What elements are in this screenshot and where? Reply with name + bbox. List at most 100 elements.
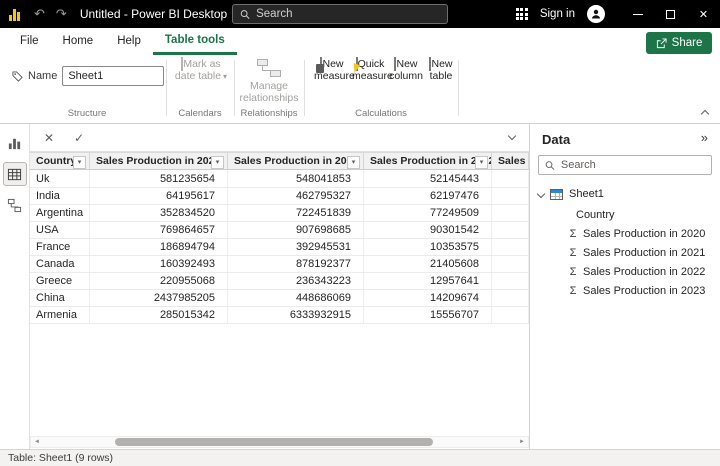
chevron-down-icon[interactable] (537, 190, 545, 198)
table-cell[interactable]: 160392493 (90, 256, 228, 272)
table-cell[interactable]: 462795327 (228, 188, 364, 204)
column-header[interactable]: Sales Production in 2023 (492, 153, 529, 169)
field-item[interactable]: ΣSales Production in 2021 (530, 243, 720, 262)
horizontal-scrollbar[interactable]: ◄ ► (30, 436, 529, 448)
tab-file[interactable]: File (8, 28, 51, 55)
cancel-icon[interactable]: ✕ (44, 131, 54, 145)
close-button[interactable]: ✕ (687, 0, 720, 28)
user-avatar[interactable] (587, 5, 605, 23)
titlebar-search-box[interactable] (232, 4, 448, 24)
checkmark-icon[interactable]: ✓ (74, 131, 84, 145)
quick-measure-button[interactable]: Quick measure (352, 59, 388, 82)
table-cell[interactable]: Canada (30, 256, 90, 272)
titlebar-search-input[interactable] (256, 8, 440, 20)
share-button[interactable]: Share (646, 32, 712, 54)
collapse-pane-icon[interactable]: » (701, 130, 708, 145)
redo-icon[interactable]: ↷ (56, 0, 67, 28)
table-cell[interactable] (492, 188, 529, 204)
new-column-button[interactable]: New column (388, 59, 424, 82)
table-cell[interactable]: 878192377 (228, 256, 364, 272)
table-cell[interactable]: France (30, 239, 90, 255)
table-view-button[interactable] (3, 162, 27, 186)
table-cell[interactable] (492, 205, 529, 221)
sign-in-button[interactable]: Sign in (540, 8, 575, 20)
table-row[interactable]: USA76986465790769868590301542 (30, 222, 529, 239)
table-cell[interactable]: 6333932915 (228, 307, 364, 323)
tab-table-tools[interactable]: Table tools (153, 28, 237, 55)
filter-dropdown-icon[interactable]: ▾ (73, 156, 86, 169)
model-view-button[interactable] (3, 193, 27, 217)
table-cell[interactable]: 548041853 (228, 171, 364, 187)
table-cell[interactable]: USA (30, 222, 90, 238)
table-cell[interactable]: 62197476 (364, 188, 492, 204)
table-cell[interactable]: 236343223 (228, 273, 364, 289)
table-cell[interactable]: Argentina (30, 205, 90, 221)
table-row[interactable]: Greece22095506823634322312957641 (30, 273, 529, 290)
table-cell[interactable] (492, 256, 529, 272)
maximize-button[interactable] (654, 0, 687, 28)
table-cell[interactable]: 392945531 (228, 239, 364, 255)
table-cell[interactable]: India (30, 188, 90, 204)
report-view-button[interactable] (3, 131, 27, 155)
table-cell[interactable]: 581235654 (90, 171, 228, 187)
table-cell[interactable] (492, 290, 529, 306)
field-item[interactable]: ΣSales Production in 2023 (530, 281, 720, 300)
table-cell[interactable]: Armenia (30, 307, 90, 323)
table-cell[interactable]: 448686069 (228, 290, 364, 306)
expand-formula-bar-icon[interactable] (508, 132, 516, 140)
filter-dropdown-icon[interactable]: ▾ (211, 156, 224, 169)
table-cell[interactable] (492, 273, 529, 289)
column-header[interactable]: Country▾ (30, 153, 90, 169)
table-cell[interactable] (492, 307, 529, 323)
table-cell[interactable] (492, 222, 529, 238)
filter-dropdown-icon[interactable]: ▾ (347, 156, 360, 169)
table-row[interactable]: France18689479439294553110353575 (30, 239, 529, 256)
scroll-right-icon[interactable]: ► (516, 437, 528, 447)
table-name-input[interactable] (62, 66, 164, 86)
column-header[interactable]: Sales Production in 2021▾ (228, 153, 364, 169)
table-row[interactable]: India6419561746279532762197476 (30, 188, 529, 205)
table-row[interactable]: Uk58123565454804185352145443 (30, 171, 529, 188)
new-table-button[interactable]: New table (424, 59, 458, 82)
field-item[interactable]: Country (530, 205, 720, 224)
scroll-left-icon[interactable]: ◄ (31, 437, 43, 447)
new-measure-button[interactable]: New measure (314, 59, 350, 82)
table-cell[interactable]: 769864657 (90, 222, 228, 238)
table-cell[interactable]: 2437985205 (90, 290, 228, 306)
table-cell[interactable]: 12957641 (364, 273, 492, 289)
table-row[interactable]: Canada16039249387819237721405608 (30, 256, 529, 273)
table-cell[interactable]: Greece (30, 273, 90, 289)
table-cell[interactable]: 52145443 (364, 171, 492, 187)
table-cell[interactable] (492, 171, 529, 187)
table-cell[interactable]: Uk (30, 171, 90, 187)
table-cell[interactable]: 220955068 (90, 273, 228, 289)
scrollbar-thumb[interactable] (115, 438, 433, 446)
undo-icon[interactable]: ↶ (34, 0, 45, 28)
table-cell[interactable]: China (30, 290, 90, 306)
table-row[interactable]: China243798520544868606914209674 (30, 290, 529, 307)
table-cell[interactable]: 90301542 (364, 222, 492, 238)
table-cell[interactable]: 64195617 (90, 188, 228, 204)
table-cell[interactable]: 10353575 (364, 239, 492, 255)
column-header[interactable]: Sales Production in 2020▾ (90, 153, 228, 169)
minimize-button[interactable] (621, 0, 654, 28)
table-cell[interactable]: 722451839 (228, 205, 364, 221)
field-item[interactable]: ΣSales Production in 2022 (530, 262, 720, 281)
table-cell[interactable]: 186894794 (90, 239, 228, 255)
table-row[interactable]: Argentina35283452072245183977249509 (30, 205, 529, 222)
table-cell[interactable]: 907698685 (228, 222, 364, 238)
table-cell[interactable] (492, 239, 529, 255)
data-pane-search-box[interactable] (538, 155, 712, 175)
data-pane-search-input[interactable] (561, 159, 705, 171)
table-row[interactable]: Armenia285015342633393291515556707 (30, 307, 529, 324)
table-cell[interactable]: 14209674 (364, 290, 492, 306)
collapse-ribbon-icon[interactable] (701, 110, 709, 118)
filter-dropdown-icon[interactable]: ▾ (475, 156, 488, 169)
table-cell[interactable]: 21405608 (364, 256, 492, 272)
table-cell[interactable]: 352834520 (90, 205, 228, 221)
table-cell[interactable]: 77249509 (364, 205, 492, 221)
table-cell[interactable]: 285015342 (90, 307, 228, 323)
tab-home[interactable]: Home (51, 28, 106, 55)
field-item[interactable]: ΣSales Production in 2020 (530, 224, 720, 243)
apps-grid-icon[interactable] (516, 8, 528, 20)
